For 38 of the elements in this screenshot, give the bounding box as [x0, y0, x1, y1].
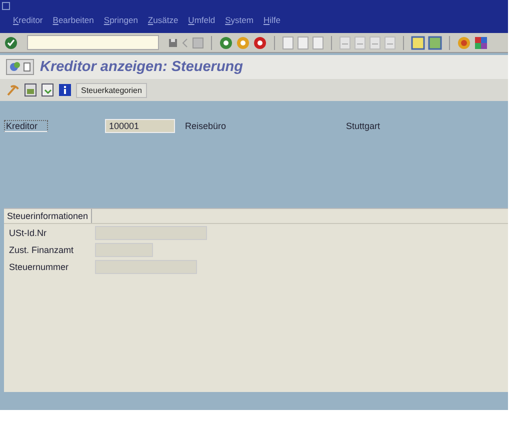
page-icon[interactable] — [282, 36, 294, 50]
menu-item[interactable]: Bearbeiten — [52, 15, 94, 25]
info-icon[interactable] — [58, 83, 72, 97]
input-field[interactable] — [95, 242, 153, 256]
menu-item[interactable]: Hilfe — [263, 15, 280, 25]
help-icon[interactable] — [457, 36, 471, 50]
menu-item[interactable]: Umfeld — [188, 15, 216, 25]
round-icon[interactable] — [253, 36, 267, 50]
field-label: Zust. Finanzamt — [8, 244, 75, 254]
field-label[interactable]: Kreditor — [4, 120, 48, 132]
save-icon[interactable] — [168, 38, 178, 48]
window-icon — [2, 2, 10, 10]
enter-icon[interactable] — [4, 36, 18, 50]
group-title: Steuerinformationen — [4, 209, 92, 223]
page-icon[interactable] — [312, 36, 324, 50]
field-label: USt-Id.Nr — [8, 228, 48, 238]
page-icon[interactable] — [297, 36, 309, 50]
arrow-left-icon[interactable] — [181, 36, 189, 48]
round-icon[interactable] — [236, 36, 250, 50]
document-icon[interactable] — [41, 83, 54, 97]
window-icon[interactable] — [411, 36, 425, 50]
vendor-number-field[interactable]: 100001 — [105, 119, 175, 133]
input-field[interactable] — [95, 260, 197, 274]
vendor-city: Stuttgart — [346, 121, 380, 131]
menu-item[interactable]: Springen — [104, 15, 138, 25]
field-label: Steuernummer — [8, 262, 70, 272]
vendor-name: Reisebüro — [185, 121, 226, 131]
input-field[interactable] — [95, 226, 207, 240]
menu-item[interactable]: System — [225, 15, 254, 25]
menu-item[interactable]: Zusätze — [148, 15, 178, 25]
toolbar-button[interactable]: Steuerkategorien — [76, 82, 147, 98]
window-icon[interactable] — [428, 36, 442, 50]
layout-icon[interactable] — [474, 36, 488, 50]
command-field[interactable] — [27, 35, 159, 50]
document-icon[interactable] — [24, 83, 37, 97]
round-icon[interactable] — [219, 36, 233, 50]
screen-title: Kreditor anzeigen: Steuerung — [40, 59, 244, 75]
menu-item[interactable]: Kreditor — [13, 15, 43, 25]
